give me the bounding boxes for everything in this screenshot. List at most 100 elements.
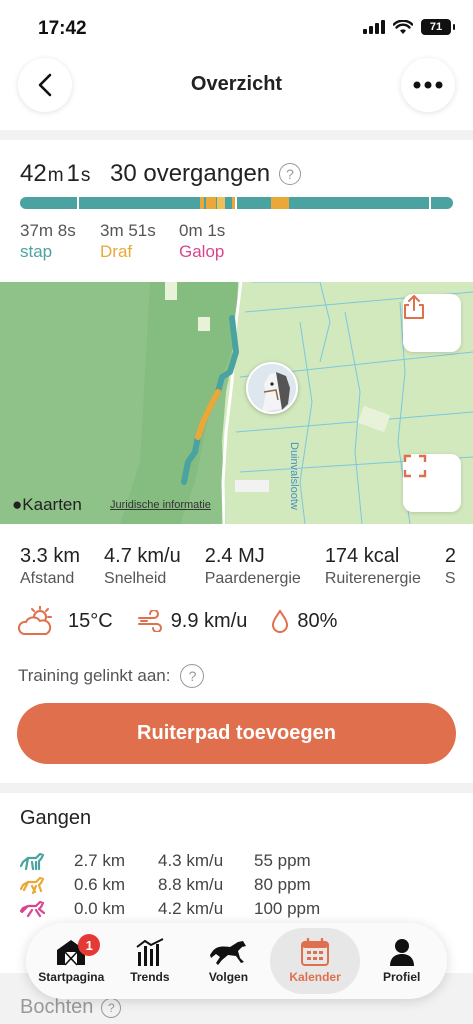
duration-seconds-unit: s bbox=[80, 165, 91, 186]
gait-transition-tick bbox=[429, 197, 431, 209]
horse-avatar[interactable] bbox=[246, 362, 298, 414]
bottom-tab-bar: 1 Startpagina Trends Volgen Kalender Pro… bbox=[26, 923, 447, 999]
temperature-value: 15°C bbox=[68, 609, 113, 632]
gait-transition-tick bbox=[77, 197, 79, 209]
status-time: 17:42 bbox=[38, 18, 87, 39]
weather-wind: 9.9 km/u bbox=[137, 609, 248, 633]
help-icon[interactable]: ? bbox=[101, 997, 122, 1018]
stat-value: 4.7 km/u bbox=[104, 545, 181, 567]
calendar-icon bbox=[301, 938, 330, 966]
stat-value: 2 bbox=[444, 545, 456, 567]
tab-label: Startpagina bbox=[38, 970, 105, 984]
share-icon bbox=[404, 295, 424, 319]
stat-ruiterenergie: 174 kcal Ruiterenergie bbox=[325, 545, 421, 588]
ride-summary-card: 42 m 1 s 30 overgangen ? 37m 8s stap 3m 51s… bbox=[0, 140, 473, 783]
ellipsis-icon bbox=[413, 81, 443, 89]
map-road-label: Duinvalslootw bbox=[288, 442, 300, 510]
duration-minutes: 42 bbox=[20, 160, 47, 187]
weather-row: 15°C 9.9 km/u 80% bbox=[18, 606, 361, 636]
help-icon[interactable]: ? bbox=[180, 664, 205, 688]
horse-head-icon bbox=[248, 364, 296, 412]
tab-startpagina[interactable]: 1 Startpagina bbox=[34, 928, 108, 994]
horse-trot-icon bbox=[20, 876, 45, 894]
gait-tempo: 100 ppm bbox=[254, 899, 321, 918]
tab-label: Volgen bbox=[208, 970, 249, 984]
profile-icon bbox=[389, 939, 414, 966]
help-icon[interactable]: ? bbox=[279, 163, 301, 185]
gait-draf-time: 3m 51s bbox=[100, 221, 156, 240]
gait-speed: 8.8 km/u bbox=[158, 875, 224, 894]
humidity-value: 80% bbox=[297, 609, 338, 632]
wind-icon bbox=[137, 610, 162, 632]
ride-duration: 42 m 1 s bbox=[20, 160, 93, 188]
add-ride-path-button[interactable]: Ruiterpad toevoegen bbox=[17, 703, 456, 764]
transitions-count: 30 overgangen bbox=[110, 160, 271, 187]
tab-label: Trends bbox=[130, 970, 170, 984]
gait-speed: 4.2 km/u bbox=[158, 899, 224, 918]
gait-draf: 3m 51s Draf bbox=[100, 220, 156, 262]
expand-map-button[interactable] bbox=[403, 454, 461, 512]
stat-afstand: 3.3 km Afstand bbox=[20, 545, 80, 588]
gait-segment bbox=[206, 197, 216, 209]
ride-overview-screen: 17:42 71 Overzicht 42 m 1 s 30 overgange… bbox=[0, 0, 473, 1024]
gait-transition-tick bbox=[235, 197, 237, 209]
more-options-button[interactable] bbox=[401, 58, 455, 112]
tab-kalender[interactable]: Kalender bbox=[270, 928, 361, 994]
maps-logo-text: Kaarten bbox=[22, 495, 82, 514]
gait-timeline-bar bbox=[20, 197, 453, 209]
tab-volgen[interactable]: Volgen bbox=[191, 928, 265, 994]
duration-seconds: 1 bbox=[66, 160, 80, 187]
stat-label: Paardenergie bbox=[204, 570, 301, 587]
gait-segment bbox=[271, 197, 289, 209]
stat-label: Snelheid bbox=[104, 570, 167, 587]
tab-profiel[interactable]: Profiel bbox=[365, 928, 439, 994]
tab-label: Kalender bbox=[289, 970, 341, 984]
gait-row-stap: 2.7 km 4.3 km/u 55 ppm bbox=[20, 851, 311, 871]
turns-title: Bochten bbox=[20, 996, 94, 1018]
fullscreen-icon bbox=[403, 454, 427, 478]
stat-snelheid: 4.7 km/u Snelheid bbox=[104, 545, 181, 588]
route-map[interactable]: Duinvalslootw ●Kaarten Juridische inform… bbox=[0, 282, 473, 524]
wind-value: 9.9 km/u bbox=[170, 609, 248, 632]
weather-temperature: 15°C bbox=[18, 606, 113, 636]
signal-icon bbox=[363, 20, 385, 34]
stat-partial: 2 S bbox=[445, 545, 456, 588]
stat-value: 3.3 km bbox=[20, 545, 81, 567]
droplet-icon bbox=[272, 609, 289, 633]
training-linked-label: Training gelinkt aan: bbox=[18, 666, 171, 685]
gait-stap-label: stap bbox=[20, 242, 53, 261]
gait-stap-time: 37m 8s bbox=[20, 221, 76, 240]
horse-walk-icon bbox=[20, 852, 45, 870]
gait-galop-label: Galop bbox=[179, 242, 225, 261]
gait-tempo: 80 ppm bbox=[254, 875, 311, 894]
gait-distance: 2.7 km bbox=[74, 851, 126, 870]
status-icons: 71 bbox=[363, 19, 455, 35]
turns-section-title: Bochten ? bbox=[20, 996, 122, 1019]
wifi-icon bbox=[393, 19, 413, 34]
top-header: Overzicht bbox=[0, 56, 473, 130]
legal-info-link[interactable]: Juridische informatie bbox=[110, 499, 211, 511]
stat-label: Ruiterenergie bbox=[324, 570, 421, 587]
gaits-title: Gangen bbox=[20, 807, 92, 829]
notification-badge: 1 bbox=[78, 934, 101, 956]
gait-galop: 0m 1s Galop bbox=[179, 220, 225, 262]
stat-label: S bbox=[444, 570, 456, 587]
stat-label: Afstand bbox=[20, 570, 75, 587]
trends-chart-icon bbox=[136, 938, 164, 966]
duration-minutes-unit: m bbox=[47, 165, 64, 186]
status-bar: 17:42 71 bbox=[0, 0, 473, 56]
galloping-horse-icon bbox=[210, 941, 247, 965]
horse-gallop-icon bbox=[20, 900, 46, 918]
tab-label: Profiel bbox=[383, 970, 421, 984]
gait-segment bbox=[217, 197, 225, 209]
gait-draf-label: Draf bbox=[100, 242, 133, 261]
stat-value: 174 kcal bbox=[324, 545, 400, 567]
stat-paardenergie: 2.4 MJ Paardenergie bbox=[205, 545, 301, 588]
battery-icon: 71 bbox=[421, 19, 455, 35]
tab-trends[interactable]: Trends bbox=[113, 928, 187, 994]
share-map-button[interactable] bbox=[403, 294, 461, 352]
ride-stats-row: 3.3 km Afstand 4.7 km/u Snelheid 2.4 MJ … bbox=[20, 545, 473, 588]
gait-row-draf: 0.6 km 8.8 km/u 80 ppm bbox=[20, 875, 311, 895]
training-linked-row: Training gelinkt aan: ? bbox=[18, 664, 205, 688]
weather-humidity: 80% bbox=[271, 609, 337, 633]
